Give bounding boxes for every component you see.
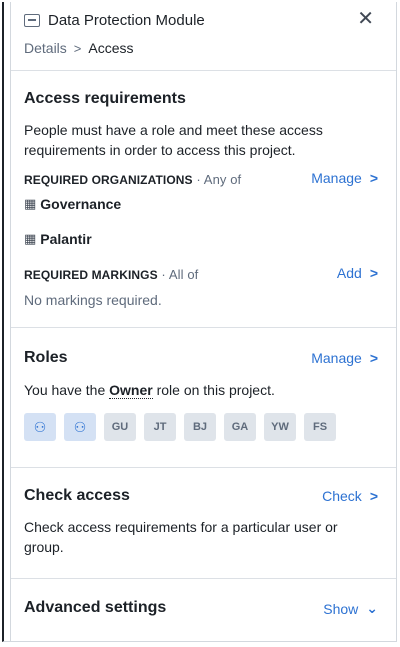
user-icon[interactable]: ⚇ — [64, 413, 96, 441]
check-access-section: Check access Check > Check access requir… — [11, 468, 396, 579]
organization-palantir: ▦ Palantir — [24, 231, 92, 247]
check-access-description: Check access requirements for a particul… — [24, 519, 338, 555]
check-access-label: Check — [322, 488, 362, 504]
markings-qualifier: · All of — [157, 267, 199, 282]
avatar[interactable]: JT — [144, 413, 176, 441]
access-description: People must have a role and meet these a… — [24, 122, 323, 158]
show-advanced-label: Show — [323, 600, 359, 617]
advanced-settings-section: Advanced settings Show ⌄ — [11, 579, 396, 642]
access-requirements-section: Access requirements People must have a r… — [11, 71, 396, 328]
add-marking-label: Add — [336, 265, 362, 281]
organization-name: Governance — [40, 196, 122, 212]
manage-roles-label: Manage — [311, 350, 362, 366]
building-icon: ▦ — [24, 196, 37, 211]
module-icon — [24, 14, 40, 27]
advanced-settings-title: Advanced settings — [24, 599, 167, 616]
avatar[interactable]: YW — [264, 413, 296, 441]
required-organizations-label: REQUIRED ORGANIZATIONS · Any of — [24, 172, 241, 187]
organization-name: Palantir — [40, 231, 92, 247]
roles-section: Roles Manage > You have the Owner role o… — [11, 328, 396, 468]
avatar[interactable]: BJ — [184, 413, 216, 441]
close-icon[interactable]: ✕ — [357, 9, 374, 29]
chevron-down-icon: ⌄ — [366, 600, 378, 616]
avatar[interactable]: FS — [304, 413, 336, 441]
breadcrumb: Details > Access — [24, 40, 134, 56]
title-row: Data Protection Module — [24, 12, 205, 29]
add-marking-button[interactable]: Add > — [337, 265, 378, 281]
building-icon: ▦ — [24, 231, 37, 246]
required-markings-heading: REQUIRED MARKINGS — [24, 268, 158, 282]
chevron-right-icon: > — [369, 488, 378, 504]
roles-description: You have the Owner role on this project. — [24, 380, 378, 400]
role-avatars: ⚇ ⚇ GU JT BJ GA YW FS — [24, 413, 336, 441]
manage-roles-button[interactable]: Manage > — [311, 350, 378, 366]
panel-header: Data Protection Module ✕ Details > Acces… — [11, 2, 396, 71]
breadcrumb-details[interactable]: Details — [24, 40, 67, 56]
manage-organizations-label: Manage — [311, 170, 362, 186]
breadcrumb-access: Access — [88, 40, 134, 56]
user-icon[interactable]: ⚇ — [24, 413, 56, 441]
roles-text-before: You have the — [24, 382, 110, 398]
side-panel: Data Protection Module ✕ Details > Acces… — [2, 2, 397, 642]
owner-role[interactable]: Owner — [109, 382, 153, 399]
avatar[interactable]: GA — [224, 413, 256, 441]
chevron-right-icon: > — [73, 40, 82, 56]
chevron-right-icon: > — [369, 265, 378, 281]
avatar[interactable]: GU — [104, 413, 136, 441]
required-markings-label: REQUIRED MARKINGS · All of — [24, 267, 198, 282]
chevron-right-icon: > — [369, 350, 378, 366]
organization-governance: ▦ Governance — [24, 196, 121, 212]
no-markings-text: No markings required. — [24, 292, 162, 308]
required-organizations-heading: REQUIRED ORGANIZATIONS — [24, 173, 193, 187]
panel-title: Data Protection Module — [48, 12, 205, 29]
manage-organizations-button[interactable]: Manage > — [311, 170, 378, 186]
check-access-button[interactable]: Check > — [322, 488, 378, 504]
access-requirements-title: Access requirements — [24, 90, 186, 107]
roles-text-after: role on this project. — [152, 382, 275, 398]
roles-title: Roles — [24, 349, 68, 366]
organizations-qualifier: · Any of — [192, 172, 242, 187]
show-advanced-button[interactable]: Show ⌄ — [323, 600, 378, 617]
panel-content: Data Protection Module ✕ Details > Acces… — [11, 2, 396, 641]
chevron-right-icon: > — [369, 170, 378, 186]
check-access-title: Check access — [24, 487, 130, 504]
